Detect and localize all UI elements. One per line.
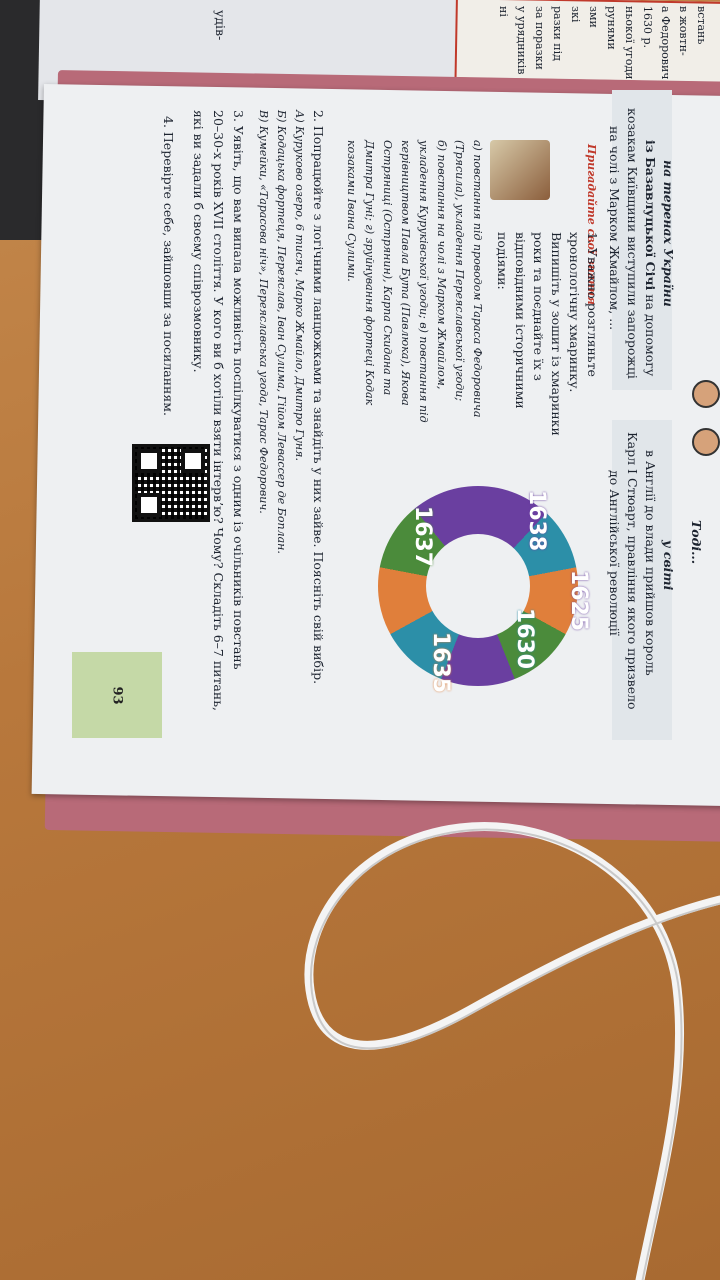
charging-cable: [304, 822, 720, 1280]
cable-loop: [304, 822, 720, 1280]
